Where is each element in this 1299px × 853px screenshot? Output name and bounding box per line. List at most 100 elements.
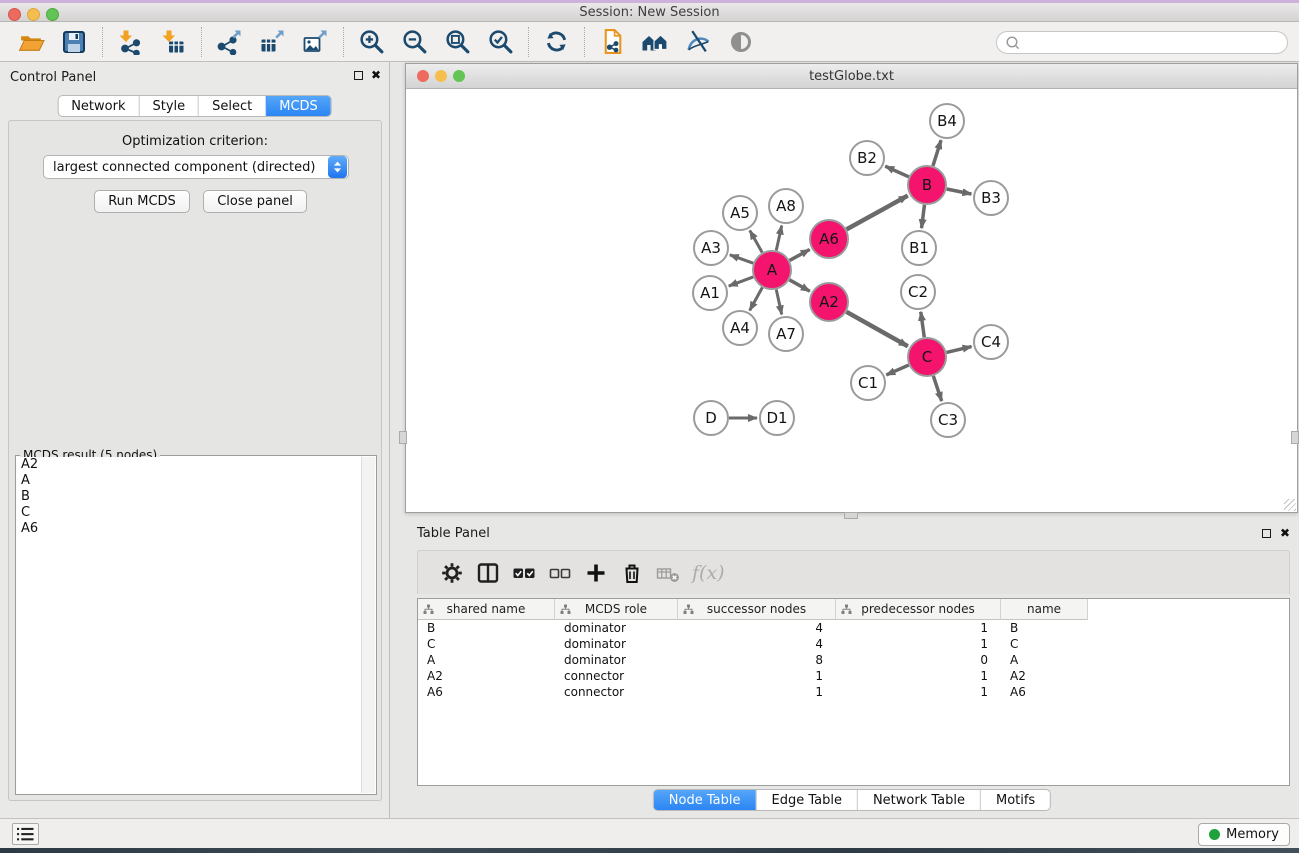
column-header-label: successor nodes: [707, 602, 806, 616]
zoom-window-button[interactable]: [46, 8, 59, 21]
graph-edge-B-B1[interactable]: [922, 205, 925, 228]
table-cell: 1: [836, 685, 1001, 699]
memory-button[interactable]: Memory: [1198, 823, 1290, 846]
deselect-all-button[interactable]: [542, 558, 578, 588]
save-session-button[interactable]: [57, 27, 91, 57]
left-splitter-handle[interactable]: [399, 431, 407, 444]
graph-edge-A-A8[interactable]: [776, 226, 781, 251]
graph-edge-A-A1[interactable]: [729, 277, 753, 286]
show-columns-button[interactable]: [470, 558, 506, 588]
task-history-button[interactable]: [12, 823, 39, 845]
open-session-button[interactable]: [14, 27, 48, 57]
horizontal-splitter-handle[interactable]: [844, 512, 858, 519]
graph-edge-A-A7[interactable]: [776, 290, 781, 315]
close-panel-button[interactable]: Close panel: [203, 190, 307, 213]
delete-table-button[interactable]: [650, 558, 686, 588]
function-builder-button[interactable]: f(x): [686, 558, 725, 588]
import-table-button[interactable]: [156, 27, 190, 57]
graph-node-label-A1: A1: [700, 284, 720, 302]
table-tab-edge-table[interactable]: Edge Table: [755, 790, 856, 810]
import-network-button[interactable]: [113, 27, 147, 57]
graph-edge-A-A2[interactable]: [789, 280, 809, 291]
export-image-button[interactable]: [298, 27, 332, 57]
zoom-fit-button[interactable]: [440, 27, 474, 57]
graph-node-label-D: D: [705, 409, 717, 427]
result-scrollbar[interactable]: [361, 457, 375, 793]
table-row[interactable]: A6connector11A6: [418, 684, 1289, 700]
tab-mcds[interactable]: MCDS: [265, 96, 331, 116]
tab-select[interactable]: Select: [198, 96, 265, 116]
tab-network[interactable]: Network: [58, 96, 138, 116]
table-row[interactable]: A2connector11A2: [418, 668, 1289, 684]
graph-edge-A-A6[interactable]: [790, 250, 810, 261]
close-window-button[interactable]: [8, 8, 21, 21]
graph-node-label-A3: A3: [701, 239, 721, 257]
graph-edge-A2-C[interactable]: [846, 312, 907, 346]
graph-edge-A6-B[interactable]: [847, 196, 908, 230]
select-all-button[interactable]: [506, 558, 542, 588]
zoom-out-button[interactable]: [397, 27, 431, 57]
graph-edge-C-C3[interactable]: [933, 376, 941, 401]
graph-edge-A-A5[interactable]: [750, 230, 762, 252]
right-splitter-handle[interactable]: [1291, 431, 1299, 444]
network-minimize-button[interactable]: [435, 70, 447, 82]
eye-button[interactable]: [724, 27, 758, 57]
graph-edge-A-A4[interactable]: [750, 288, 763, 311]
delete-column-button[interactable]: [614, 558, 650, 588]
float-panel-icon[interactable]: [354, 71, 363, 80]
graph-edge-C-C2[interactable]: [921, 312, 925, 337]
table-tab-node-table[interactable]: Node Table: [654, 790, 756, 810]
network-window-titlebar[interactable]: testGlobe.txt: [406, 64, 1297, 89]
table-row[interactable]: Bdominator41B: [418, 620, 1289, 636]
column-header-predecessor-nodes[interactable]: predecessor nodes: [836, 599, 1001, 620]
graph-edge-C-C4[interactable]: [946, 347, 971, 353]
table-row[interactable]: Adominator80A: [418, 652, 1289, 668]
column-header-name[interactable]: name: [1001, 599, 1088, 620]
graph-edge-B-B2[interactable]: [885, 166, 909, 177]
table-tab-motifs[interactable]: Motifs: [980, 790, 1050, 810]
column-header-shared-name[interactable]: shared name: [418, 599, 555, 620]
show-hide-details-button[interactable]: [681, 27, 715, 57]
float-table-panel-icon[interactable]: [1262, 529, 1271, 538]
minimize-window-button[interactable]: [27, 8, 40, 21]
result-item-b[interactable]: B: [17, 489, 361, 505]
table-cell: connector: [555, 669, 678, 683]
close-panel-icon[interactable]: ✖: [371, 69, 381, 81]
column-header-successor-nodes[interactable]: successor nodes: [678, 599, 836, 620]
column-header-MCDS-role[interactable]: MCDS role: [555, 599, 678, 620]
optimization-criterion-select[interactable]: largest connected component (directed): [43, 155, 349, 179]
graph-edge-A-A3[interactable]: [730, 255, 753, 263]
table-tab-network-table[interactable]: Network Table: [857, 790, 980, 810]
run-mcds-button[interactable]: Run MCDS: [94, 190, 190, 213]
result-item-a2[interactable]: A2: [17, 457, 361, 473]
tab-style[interactable]: Style: [138, 96, 198, 116]
graph-edge-C-C1[interactable]: [886, 365, 908, 375]
graph-edge-B-B4[interactable]: [933, 140, 941, 166]
network-canvas[interactable]: B4B2BB3A8A5A6A3B1AA1C2A2A4A7C4CC1C3DD1: [406, 89, 1297, 512]
table-cell: 0: [836, 653, 1001, 667]
zoom-fit-icon: [444, 28, 471, 55]
table-cell: 4: [678, 637, 836, 651]
network-zoom-button[interactable]: [453, 70, 465, 82]
home-button[interactable]: [638, 27, 672, 57]
network-close-button[interactable]: [417, 70, 429, 82]
search-input[interactable]: [1021, 34, 1287, 52]
table-row[interactable]: Cdominator41C: [418, 636, 1289, 652]
export-table-button[interactable]: [255, 27, 289, 57]
close-table-panel-icon[interactable]: ✖: [1280, 527, 1290, 539]
graph-node-label-D1: D1: [766, 409, 787, 427]
table-settings-button[interactable]: [434, 558, 470, 588]
graph-edge-B-B3[interactable]: [947, 189, 972, 194]
network-file-button[interactable]: [595, 27, 629, 57]
table-cell: 4: [678, 621, 836, 635]
refresh-button[interactable]: [539, 27, 573, 57]
result-item-c[interactable]: C: [17, 505, 361, 521]
result-item-a[interactable]: A: [17, 473, 361, 489]
zoom-selected-button[interactable]: [483, 27, 517, 57]
result-item-a6[interactable]: A6: [17, 521, 361, 537]
zoom-in-button[interactable]: [354, 27, 388, 57]
add-column-button[interactable]: [578, 558, 614, 588]
export-network-button[interactable]: [212, 27, 246, 57]
network-window-title: testGlobe.txt: [809, 69, 894, 84]
resize-grip-icon[interactable]: [1284, 499, 1296, 511]
